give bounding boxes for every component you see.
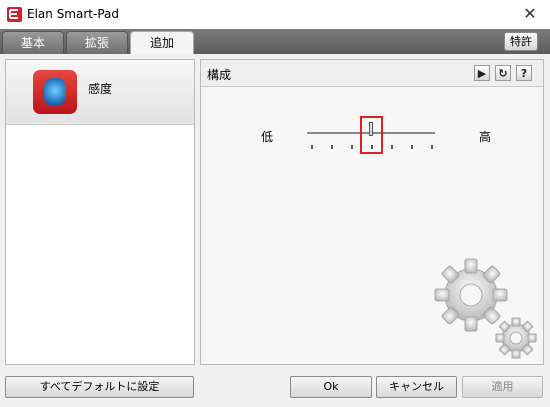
slider-low-label: 低 [261,130,274,144]
gears-icon [434,258,537,359]
slider-tick [351,145,353,149]
elan-app-icon [7,7,22,22]
sensitivity-slider-thumb[interactable] [369,122,373,136]
refresh-button[interactable]: ↻ [495,65,511,81]
tab-basic[interactable]: 基本 [2,31,64,54]
config-panel: 構成 ▶ ↻ ? 低 高 [200,59,544,365]
list-item-sensitivity[interactable]: 感度 [6,60,194,125]
patent-button[interactable]: 特許 [504,32,538,51]
close-button[interactable]: ✕ [510,0,550,29]
tab-additional[interactable]: 追加 [130,31,194,54]
title-bar: Elan Smart-Pad ✕ [0,0,550,30]
slider-tick [431,145,433,149]
play-button[interactable]: ▶ [474,65,490,81]
tab-bar: 基本 拡張 追加 特許 [0,29,550,54]
ok-button[interactable]: Ok [290,376,372,398]
help-button[interactable]: ? [516,65,532,81]
help-icon: ? [520,67,528,80]
slider-tick [331,145,333,149]
settings-list: 感度 [5,59,195,365]
close-icon: ✕ [523,4,537,23]
slider-tick [391,145,393,149]
apply-button[interactable]: 適用 [462,376,543,398]
tab-advanced[interactable]: 拡張 [66,31,128,54]
config-header: 構成 ▶ ↻ ? [201,60,543,87]
list-item-label: 感度 [88,82,113,96]
reset-defaults-button[interactable]: すべてデフォルトに設定 [5,376,194,398]
slider-high-label: 高 [479,130,492,144]
slider-tick [311,145,313,149]
config-title: 構成 [207,68,232,82]
window-title: Elan Smart-Pad [27,7,119,21]
sensitivity-icon [33,70,77,114]
refresh-icon: ↻ [498,67,508,80]
cancel-button[interactable]: キャンセル [376,376,457,398]
slider-tick [411,145,413,149]
play-icon: ▶ [477,67,487,80]
